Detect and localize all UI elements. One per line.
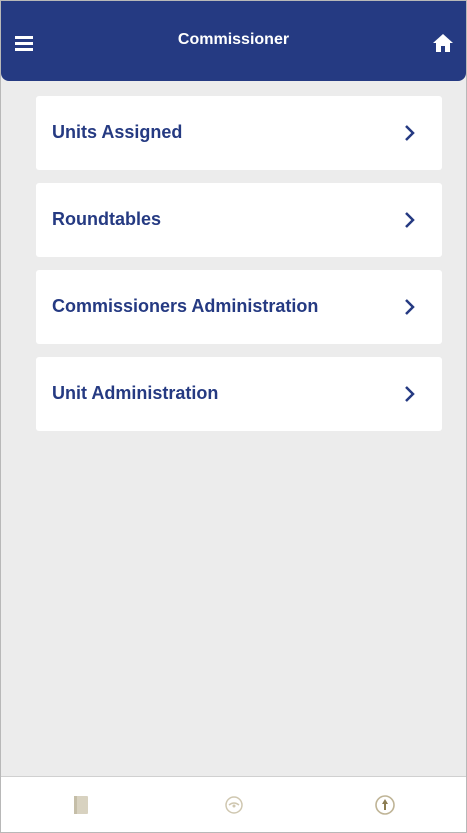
menu-item-label: Unit Administration <box>52 383 219 403</box>
tab-emblem[interactable] <box>372 792 398 818</box>
menu-item-units-assigned[interactable]: Units Assigned <box>36 96 442 170</box>
menu-list: Units Assigned Roundtables Commissioners… <box>36 96 442 444</box>
menu-item-commissioners-administration[interactable]: Commissioners Administration <box>36 270 442 344</box>
badge-icon <box>225 796 243 814</box>
app-screen: Commissioner Units Assigned Roundtables … <box>0 0 467 833</box>
chevron-right-icon <box>405 212 415 228</box>
tab-book[interactable] <box>69 792 95 818</box>
chevron-right-icon <box>405 386 415 402</box>
chevron-right-icon <box>405 125 415 141</box>
menu-item-label: Roundtables <box>52 209 162 229</box>
home-button[interactable] <box>428 29 458 57</box>
book-icon <box>74 796 88 814</box>
emblem-icon <box>375 795 395 815</box>
page-title: Commissioner <box>177 31 290 48</box>
menu-item-label: Commissioners Administration <box>52 296 319 316</box>
chevron-right-icon <box>405 299 415 315</box>
menu-item-unit-administration[interactable]: Unit Administration <box>36 357 442 431</box>
bottom-nav-bar <box>1 776 466 832</box>
top-header: Commissioner <box>1 1 466 81</box>
home-icon <box>433 34 453 52</box>
menu-item-label: Units Assigned <box>52 122 183 142</box>
menu-item-roundtables[interactable]: Roundtables <box>36 183 442 257</box>
tab-badge[interactable] <box>221 792 247 818</box>
